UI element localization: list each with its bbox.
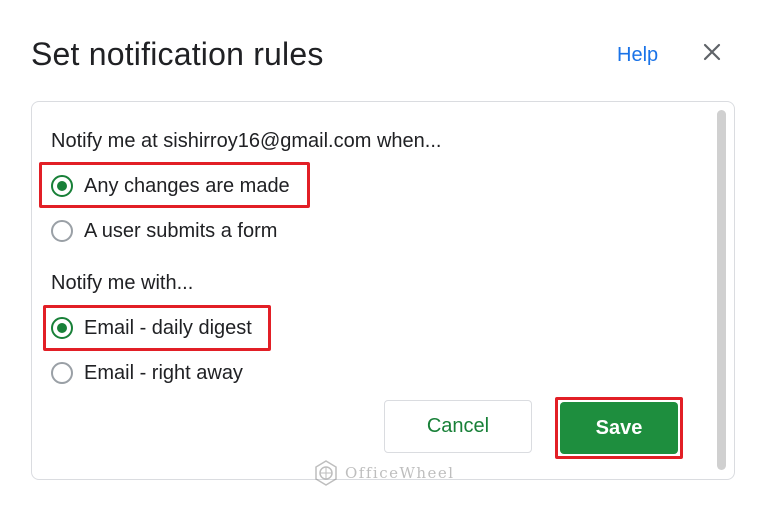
radio-option-label: Email - right away <box>84 361 243 384</box>
radio-option-right-away[interactable]: Email - right away <box>51 358 243 388</box>
officewheel-logo-icon <box>315 460 337 486</box>
radio-button-checked[interactable] <box>51 175 73 197</box>
notify-when-label: Notify me at sishirroy16@gmail.com when.… <box>51 130 442 152</box>
close-icon <box>703 43 721 61</box>
watermark-text: OfficeWheel <box>345 464 455 482</box>
help-link[interactable]: Help <box>617 44 658 67</box>
radio-option-label: Any changes are made <box>84 174 290 197</box>
radio-option-label: Email - daily digest <box>84 316 252 339</box>
radio-option-form-submit[interactable]: A user submits a form <box>51 216 277 246</box>
dialog-title: Set notification rules <box>31 36 324 72</box>
radio-button-unchecked[interactable] <box>51 220 73 242</box>
notify-with-label: Notify me with... <box>51 272 194 294</box>
radio-button-checked[interactable] <box>51 317 73 339</box>
save-button[interactable]: Save <box>560 402 678 454</box>
radio-option-any-changes[interactable]: Any changes are made <box>51 171 290 201</box>
scrollbar-thumb[interactable] <box>717 110 726 470</box>
cancel-button[interactable]: Cancel <box>384 400 532 453</box>
watermark: OfficeWheel <box>313 458 455 488</box>
close-button[interactable] <box>699 39 725 65</box>
radio-option-daily-digest[interactable]: Email - daily digest <box>51 313 252 343</box>
radio-button-unchecked[interactable] <box>51 362 73 384</box>
radio-option-label: A user submits a form <box>84 219 278 242</box>
